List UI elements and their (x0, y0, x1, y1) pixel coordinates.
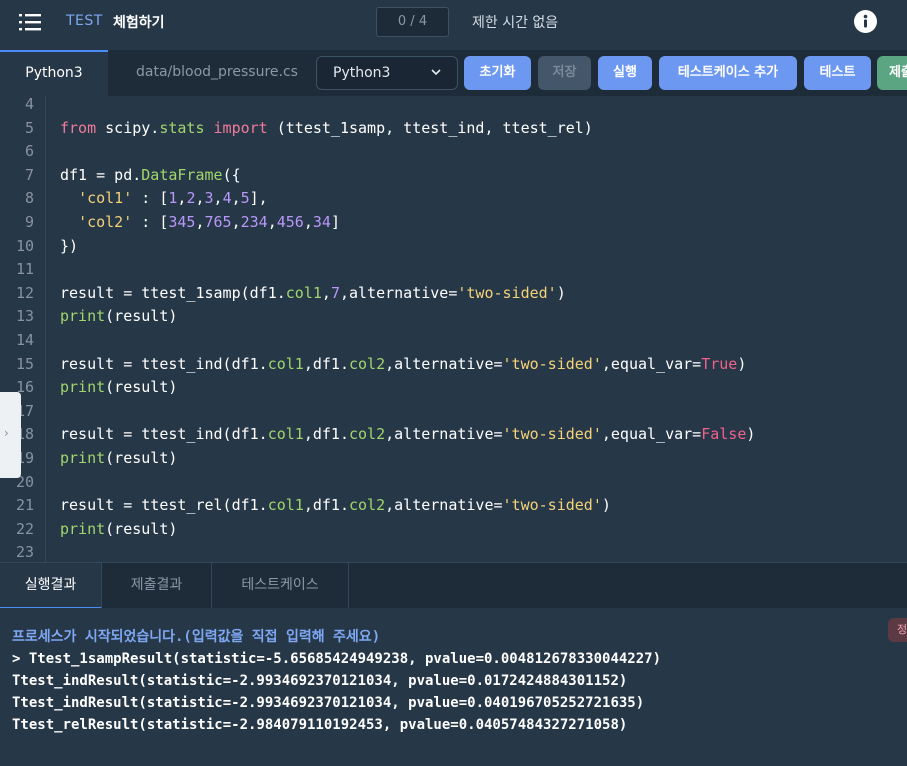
code-line: print(result) (60, 307, 178, 326)
hamburger-menu-icon[interactable] (19, 12, 41, 32)
code-line: 'col1' : [1,2,3,4,5], (78, 189, 268, 208)
line-number: 11 (15, 260, 34, 279)
chevron-right-icon: › (4, 426, 9, 440)
code-line: result = ttest_ind(df1.col1,df1.col2,alt… (60, 354, 747, 373)
language-select-value: Python3 (333, 65, 391, 81)
line-number: 9 (24, 213, 34, 231)
code-line: from scipy.stats import (ttest_1samp, tt… (60, 118, 593, 137)
code-line: print(result) (60, 378, 178, 397)
language-select[interactable]: Python3 (316, 56, 458, 90)
output-line: > Ttest_1sampResult(statistic=-5.6568542… (12, 651, 662, 667)
code-line: df1 = pd.DataFrame({ (60, 165, 241, 184)
output-console: 프로세스가 시작되었습니다.(입력값을 직접 입력해 주세요) > Ttest_… (0, 608, 907, 766)
code-line: }) (60, 236, 79, 255)
progress-counter: 0 / 4 (376, 7, 449, 37)
line-number: 21 (15, 496, 34, 515)
page-title: 체험하기 (113, 15, 165, 31)
result-tab-bar: 실행결과 제출결과 테스트케이스 (0, 562, 907, 609)
top-bar: TEST 체험하기 0 / 4 제한 시간 없음 (0, 0, 907, 50)
line-number: 23 (15, 543, 34, 562)
editor-tab-bar: Python3 data/blood_pressure.csv Python3 … (0, 50, 907, 96)
code-editor[interactable]: 4 5 from scipy.stats import (ttest_1samp,… (0, 96, 907, 562)
tab-submit-result[interactable]: 제출결과 (102, 563, 212, 609)
code-line: result = ttest_1samp(df1.col1,7,alternat… (60, 283, 566, 302)
time-limit-label: 제한 시간 없음 (472, 15, 559, 31)
line-number: 10 (15, 236, 34, 255)
code-line: print(result) (60, 449, 178, 467)
line-number: 5 (24, 118, 34, 137)
tab-data-csv-file[interactable]: data/blood_pressure.csv (136, 50, 298, 96)
line-number: 7 (24, 165, 34, 184)
tab-python3-file[interactable]: Python3 (0, 50, 108, 96)
test-button[interactable]: 테스트 (804, 56, 871, 90)
code-line: 'col2' : [345,765,234,456,34] (78, 213, 340, 231)
line-number: 14 (15, 331, 34, 349)
output-line: Ttest_relResult(statistic=-2.98407911019… (12, 717, 628, 733)
side-panel-toggle[interactable]: › (0, 392, 21, 478)
line-number: 6 (24, 142, 34, 161)
line-number: 22 (15, 519, 34, 538)
output-line: Ttest_indResult(statistic=-2.99346923701… (12, 673, 628, 689)
line-number: 4 (24, 96, 34, 113)
output-line: Ttest_indResult(statistic=-2.99346923701… (12, 695, 645, 711)
info-icon[interactable] (854, 10, 877, 33)
line-number: 12 (15, 283, 34, 302)
line-number: 15 (15, 354, 34, 373)
run-button[interactable]: 실행 (598, 56, 652, 90)
save-button[interactable]: 저장 (538, 56, 591, 90)
tab-testcase[interactable]: 테스트케이스 (212, 563, 349, 609)
brand-test-label: TEST (66, 13, 103, 29)
reset-button[interactable]: 초기화 (464, 56, 531, 90)
process-started-message: 프로세스가 시작되었습니다.(입력값을 직접 입력해 주세요) (12, 629, 381, 645)
add-testcase-button[interactable]: 테스트케이스 추가 (659, 56, 797, 90)
chevron-down-icon (431, 57, 441, 101)
submit-button[interactable]: 제출 (877, 56, 907, 90)
stop-button[interactable]: 정지 (888, 618, 907, 642)
tab-run-result[interactable]: 실행결과 (0, 563, 102, 609)
code-line: result = ttest_rel(df1.col1,df1.col2,alt… (60, 496, 611, 515)
code-line: result = ttest_ind(df1.col1,df1.col2,alt… (60, 425, 756, 444)
code-line: print(result) (60, 519, 178, 538)
line-number: 13 (15, 307, 34, 326)
line-number: 8 (24, 189, 34, 208)
